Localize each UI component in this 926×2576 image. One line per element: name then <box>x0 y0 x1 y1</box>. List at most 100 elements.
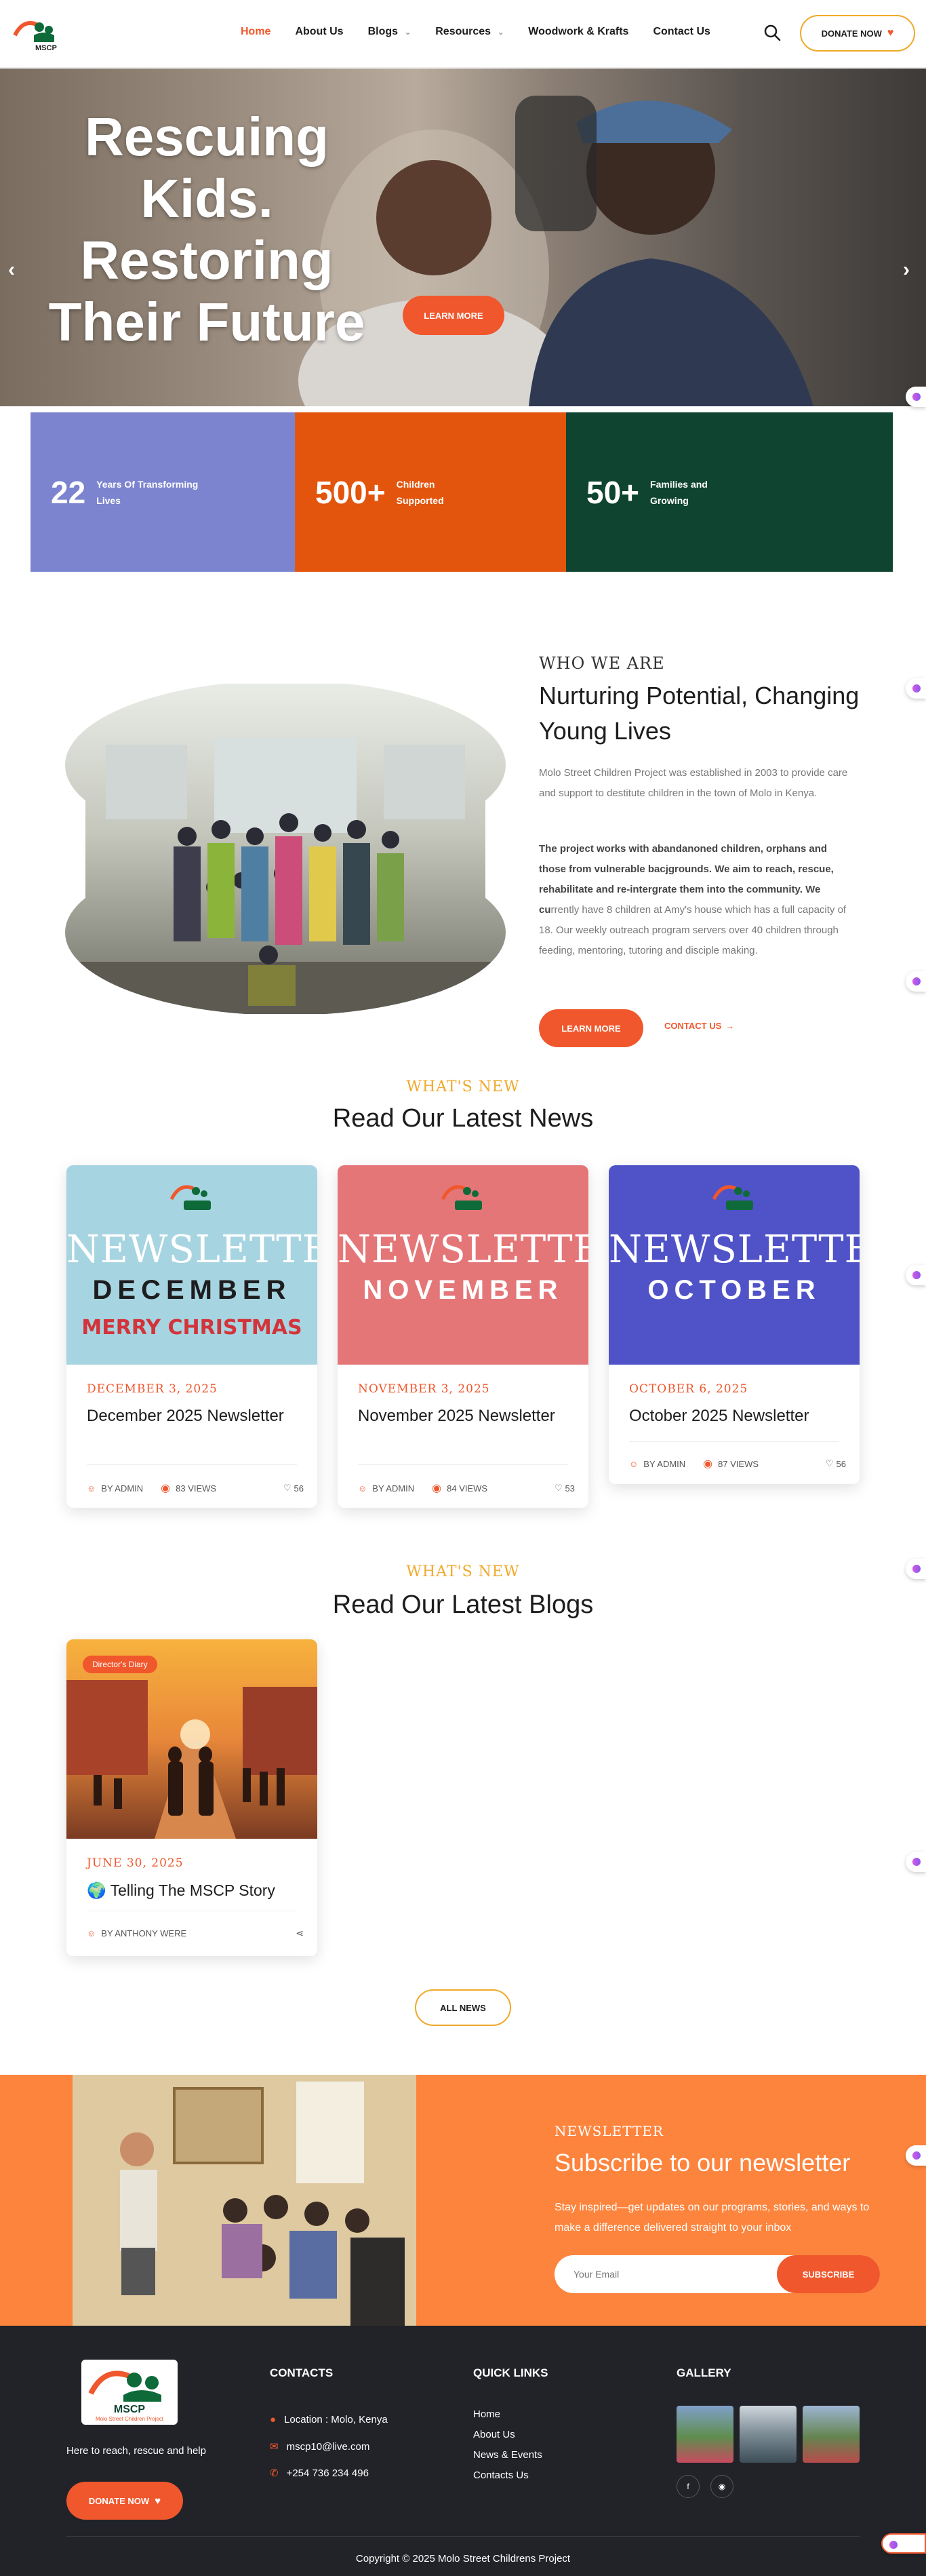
floating-widget-icon[interactable] <box>906 2145 926 2166</box>
mscp-logo <box>441 1185 482 1210</box>
site-header: MSCP Home About Us Blogs ⌄ Resources ⌄ Woo… <box>0 0 926 68</box>
news-meta: ☺ BY ADMIN ◉ 84 VIEWS ♡ 53 <box>358 1483 575 1494</box>
news-title[interactable]: December 2025 Newsletter <box>87 1404 304 1428</box>
chevron-down-icon: ⌄ <box>405 28 411 37</box>
news-card[interactable]: NEWSLETTER DECEMBER MERRY CHRISTMAS DECE… <box>66 1165 317 1508</box>
nav-blogs[interactable]: Blogs ⌄ <box>368 26 411 38</box>
footer-link-about[interactable]: About Us <box>473 2429 515 2440</box>
floating-widget-icon[interactable] <box>906 1265 926 1285</box>
footer-phone[interactable]: ✆ +254 736 234 496 <box>270 2467 369 2480</box>
share-icon[interactable]: ⋖ <box>296 1928 304 1939</box>
nav-about-us[interactable]: About Us <box>295 26 343 38</box>
carousel-prev-icon[interactable]: ‹ <box>8 258 15 281</box>
footer-location: ● Location : Molo, Kenya <box>270 2414 388 2425</box>
stat-children: 500+ Children Supported <box>295 412 566 572</box>
heart-icon: ♡ <box>283 1483 291 1493</box>
instagram-icon[interactable]: ◉ <box>710 2475 733 2498</box>
heart-icon: ♡ <box>825 1458 834 1468</box>
newsletter-thumbnail: NEWSLETTER OCTOBER <box>609 1165 860 1365</box>
blog-title[interactable]: 🌍 Telling The MSCP Story <box>87 1878 304 1902</box>
christmas-text: MERRY CHRISTMAS <box>81 1316 302 1340</box>
donate-now-button[interactable]: DONATE NOW ♥ <box>800 15 915 52</box>
user-icon: ☺ <box>358 1483 367 1494</box>
contact-us-link[interactable]: CONTACT US → <box>664 1021 734 1031</box>
nav-woodwork[interactable]: Woodwork & Krafts <box>528 26 628 38</box>
floating-widget-icon[interactable] <box>906 971 926 992</box>
footer-link-contacts[interactable]: Contacts Us <box>473 2470 529 2481</box>
blog-card[interactable]: Director's Diary JUNE 30, 2025 🌍 Telling… <box>66 1639 317 1956</box>
newsletter-form: SUBSCRIBE <box>555 2255 880 2293</box>
chevron-down-icon: ⌄ <box>498 28 504 37</box>
email-input[interactable] <box>573 2255 777 2293</box>
news-card[interactable]: NEWSLETTER NOVEMBER NOVEMBER 3, 2025 Nov… <box>338 1165 588 1508</box>
floating-widget-icon[interactable] <box>906 1852 926 1872</box>
floating-widget-icon[interactable] <box>906 387 926 407</box>
blogs-section-title: Read Our Latest Blogs <box>332 1591 594 1619</box>
stat-number: 500+ <box>315 474 386 510</box>
eye-icon: ◉ <box>432 1483 442 1494</box>
about-paragraph-1: Molo Street Children Project was establi… <box>539 767 848 799</box>
stat-families: 50+ Families and Growing <box>566 412 893 572</box>
floating-widget-icon[interactable] <box>906 678 926 699</box>
like-button[interactable]: ♡ 56 <box>826 1458 846 1469</box>
card-divider <box>87 1464 297 1465</box>
svg-text:Molo Street Children Project: Molo Street Children Project <box>96 2416 164 2422</box>
about-paragraph-2: The project works with abandanoned child… <box>539 843 847 956</box>
mscp-logo[interactable]: MSCP <box>9 15 64 53</box>
about-title: Nurturing Potential, Changing Young Live… <box>539 682 860 745</box>
chat-widget-icon[interactable] <box>881 2533 926 2554</box>
stat-number: 50+ <box>586 474 640 510</box>
nav-resources[interactable]: Resources ⌄ <box>435 26 504 38</box>
heart-icon: ♥ <box>887 27 894 39</box>
newsletter-text: Stay inspired—get updates on our program… <box>555 2202 870 2233</box>
group-photo <box>65 684 506 1014</box>
newsletter-title: Subscribe to our newsletter <box>555 2149 851 2177</box>
about-learn-more-button[interactable]: LEARN MORE <box>539 1009 643 1047</box>
footer-email[interactable]: ✉ mscp10@live.com <box>270 2440 369 2453</box>
category-badge[interactable]: Director's Diary <box>83 1656 157 1673</box>
carousel-next-icon[interactable]: › <box>903 258 910 281</box>
eye-icon: ◉ <box>703 1458 713 1470</box>
footer-link-news[interactable]: News & Events <box>473 2449 542 2461</box>
blog-meta: ☺ BY ANTHONY WERE ⋖ <box>87 1928 304 1939</box>
quick-links-heading: QUICK LINKS <box>473 2366 548 2379</box>
contacts-heading: CONTACTS <box>270 2366 334 2379</box>
gallery-heading: GALLERY <box>677 2366 731 2379</box>
gallery-image[interactable] <box>803 2406 860 2463</box>
hero-learn-more-button[interactable]: LEARN MORE <box>403 296 504 335</box>
user-icon: ☺ <box>629 1458 639 1469</box>
search-icon[interactable] <box>763 23 782 42</box>
footer-divider <box>66 2536 860 2537</box>
main-nav: Home About Us Blogs ⌄ Resources ⌄ Woodwork… <box>241 26 735 38</box>
floating-widget-icon[interactable] <box>906 1559 926 1579</box>
stat-label: Families and Growing <box>650 478 708 506</box>
news-card[interactable]: NEWSLETTER OCTOBER OCTOBER 6, 2025 Octob… <box>609 1165 860 1484</box>
like-button[interactable]: ♡ 56 <box>283 1483 304 1494</box>
news-title[interactable]: November 2025 Newsletter <box>358 1404 575 1428</box>
blogs-section-label: WHAT'S NEW <box>406 1563 520 1580</box>
mscp-logo <box>169 1185 211 1210</box>
newsletter-thumbnail: NEWSLETTER DECEMBER MERRY CHRISTMAS <box>66 1165 317 1365</box>
stat-label: Years Of Transforming Lives <box>96 478 199 506</box>
eye-icon: ◉ <box>161 1483 171 1494</box>
footer-link-home[interactable]: Home <box>473 2408 500 2420</box>
gallery-image[interactable] <box>740 2406 797 2463</box>
footer-donate-button[interactable]: DONATE NOW ♥ <box>66 2482 183 2520</box>
user-icon: ☺ <box>87 1483 96 1494</box>
subscribe-button[interactable]: SUBSCRIBE <box>777 2255 880 2293</box>
footer-logo[interactable]: MSCP Molo Street Children Project <box>81 2360 178 2425</box>
svg-text:MSCP: MSCP <box>35 44 57 52</box>
gallery-image[interactable] <box>677 2406 733 2463</box>
stat-years: 22 Years Of Transforming Lives <box>31 412 295 572</box>
like-button[interactable]: ♡ 53 <box>555 1483 575 1494</box>
newsletter-label: NEWSLETTER <box>555 2123 664 2139</box>
footer-tagline: Here to reach, rescue and help <box>66 2445 206 2457</box>
newsletter-month: NOVEMBER <box>363 1275 563 1305</box>
all-news-button[interactable]: ALL NEWS <box>415 1989 511 2026</box>
nav-home[interactable]: Home <box>241 26 270 38</box>
card-divider <box>629 1441 839 1442</box>
nav-contact-us[interactable]: Contact Us <box>653 26 710 38</box>
news-title[interactable]: October 2025 Newsletter <box>629 1404 846 1428</box>
heart-icon: ♡ <box>554 1483 563 1493</box>
facebook-icon[interactable]: f <box>677 2475 700 2498</box>
